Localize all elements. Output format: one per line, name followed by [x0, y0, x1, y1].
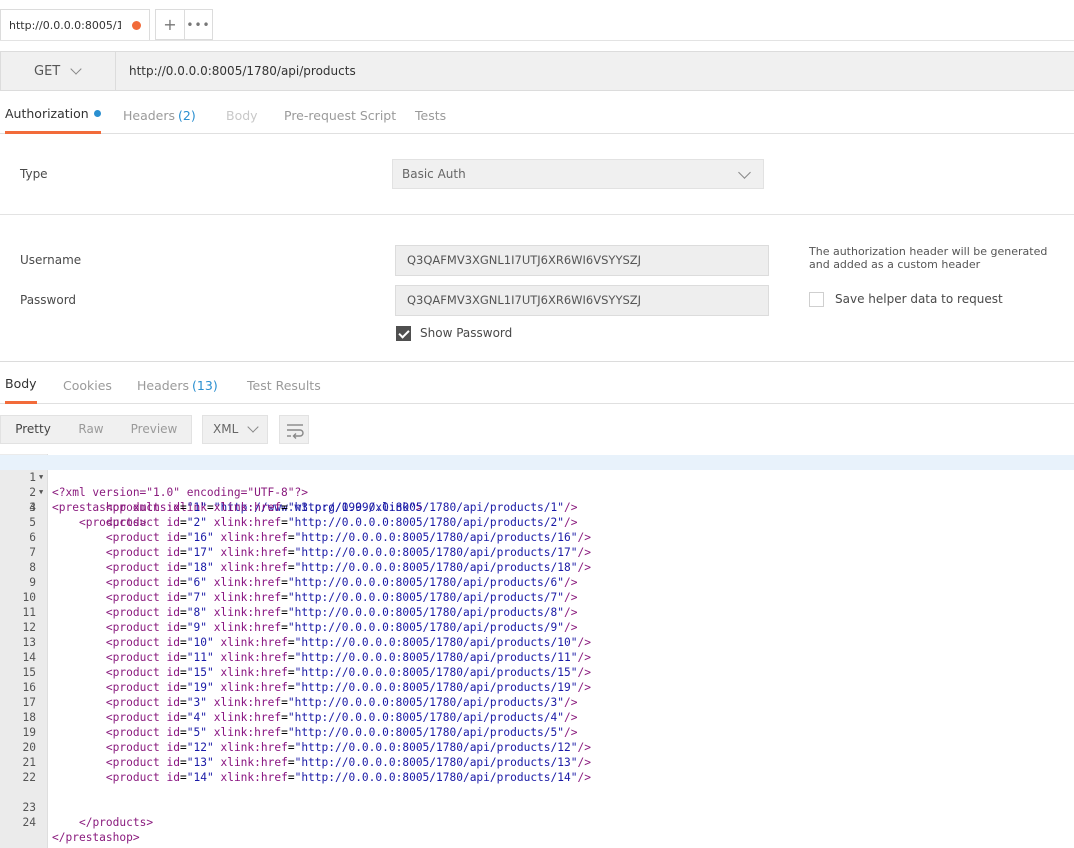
tab-count: (2)	[178, 108, 196, 123]
tab-strip: http://0.0.0.0:8005/1780 + •••	[0, 0, 1074, 41]
tab-cookies[interactable]: Cookies	[63, 361, 112, 404]
code-line: 11 <product id="8" xlink:href="http://0.…	[22, 606, 578, 619]
format-value: XML	[213, 422, 239, 436]
tab-label: Tests	[415, 108, 447, 123]
chevron-down-icon	[247, 421, 259, 433]
code-line: 14 <product id="11" xlink:href="http://0…	[22, 651, 591, 664]
unsaved-dot-icon	[132, 21, 141, 30]
active-dot-icon	[93, 110, 101, 117]
url-input[interactable]: http://0.0.0.0:8005/1780/api/products	[129, 52, 356, 90]
code-line: 5 <product id="2" xlink:href="http://0.0…	[29, 516, 578, 529]
raw-button[interactable]: Raw	[65, 416, 117, 443]
code-line: 1 <?xml version="1.0" encoding="UTF-8"?>	[0, 455, 1074, 499]
request-url-bar: GET http://0.0.0.0:8005/1780/api/product…	[0, 51, 1074, 91]
tab-label: Headers	[137, 378, 190, 393]
tab-response-headers[interactable]: Headers (13)	[137, 361, 218, 404]
close-root-ln: 24	[22, 816, 36, 829]
section-divider	[0, 214, 1074, 215]
tab-headers[interactable]: Headers (2)	[123, 91, 196, 134]
pretty-button[interactable]: Pretty	[1, 416, 65, 443]
code-line: 12 <product id="9" xlink:href="http://0.…	[22, 621, 578, 634]
auth-type-select[interactable]: Basic Auth	[392, 159, 764, 189]
tab-label: Cookies	[63, 378, 112, 393]
format-select[interactable]: XML	[202, 415, 268, 444]
code-line: 2 ▼ <prestashop xmlns:xlink="http://www.w…	[0, 470, 1074, 514]
code-line: 7 <product id="17" xlink:href="http://0.…	[29, 546, 591, 559]
show-password-label: Show Password	[420, 326, 513, 340]
tab-test-results[interactable]: Test Results	[247, 361, 321, 404]
wrap-lines-icon	[287, 424, 304, 439]
helper-note: The authorization header will be generat…	[809, 245, 1048, 271]
code-line: 4 <product id="1" xlink:href="http://0.0…	[29, 501, 578, 514]
tab-label: Body	[5, 376, 37, 391]
code-line: 3 ▼ <products>	[0, 485, 1074, 529]
code-line: 19 <product id="5" xlink:href="http://0.…	[22, 726, 578, 739]
chevron-down-icon	[738, 166, 751, 179]
request-tab[interactable]: http://0.0.0.0:8005/1780	[0, 9, 150, 40]
tab-label: Headers	[123, 108, 176, 123]
tab-authorization[interactable]: Authorization	[5, 91, 101, 134]
code-line: 10 <product id="7" xlink:href="http://0.…	[22, 591, 578, 604]
tab-count: (13)	[192, 378, 218, 393]
code-line: 20 <product id="12" xlink:href="http://0…	[22, 741, 591, 754]
new-tab-button[interactable]: +	[155, 9, 185, 40]
code-line: 13 <product id="10" xlink:href="http://0…	[22, 636, 591, 649]
code-line: 18 <product id="4" xlink:href="http://0.…	[22, 711, 578, 724]
method-value: GET	[34, 63, 61, 79]
code-line: 16 <product id="19" xlink:href="http://0…	[22, 681, 591, 694]
code-lines: 1 <?xml version="1.0" encoding="UTF-8"?>…	[0, 455, 1074, 844]
password-field[interactable]: Q3QAFMV3XGNL1I7UTJ6XR6WI6VSYYSZJ	[395, 285, 769, 316]
request-tab-title: http://0.0.0.0:8005/1780	[9, 18, 121, 32]
code-line: 22 <product id="14" xlink:href="http://0…	[22, 771, 591, 784]
request-tabs: Authorization Headers (2) Body Pre-reques…	[0, 91, 1074, 134]
code-line: 9 <product id="6" xlink:href="http://0.0…	[29, 576, 578, 589]
type-label: Type	[20, 167, 48, 181]
code-line: 24 </prestashop>	[0, 800, 1074, 844]
tab-response-body[interactable]: Body	[5, 361, 37, 404]
tab-label: Authorization	[5, 106, 89, 121]
more-tabs-button[interactable]: •••	[184, 9, 213, 40]
tab-label: Body	[226, 108, 258, 123]
code-line: 6 <product id="16" xlink:href="http://0.…	[29, 531, 591, 544]
tab-tests[interactable]: Tests	[415, 91, 446, 134]
view-mode-group: Pretty Raw Preview	[0, 415, 192, 444]
chevron-down-icon	[70, 63, 82, 75]
code-line: 21 <product id="13" xlink:href="http://0…	[22, 756, 591, 769]
response-editor[interactable]: 1 <?xml version="1.0" encoding="UTF-8"?>…	[0, 454, 1074, 848]
code-line: 23 </products>	[0, 785, 1074, 829]
tab-pre-request-script[interactable]: Pre-request Script	[284, 91, 396, 134]
fold-arrow-icon[interactable]: ▼	[39, 485, 43, 500]
tab-body[interactable]: Body	[226, 91, 258, 134]
code-line: 17 <product id="3" xlink:href="http://0.…	[22, 696, 578, 709]
auth-type-value: Basic Auth	[402, 167, 466, 181]
password-label: Password	[20, 293, 77, 307]
preview-button[interactable]: Preview	[117, 416, 191, 443]
username-field[interactable]: Q3QAFMV3XGNL1I7UTJ6XR6WI6VSYYSZJ	[395, 245, 769, 276]
code-line: 15 <product id="15" xlink:href="http://0…	[22, 666, 591, 679]
response-tabs: Body Cookies Headers (13) Test Results	[0, 361, 1074, 404]
code-line: 8 <product id="18" xlink:href="http://0.…	[29, 561, 591, 574]
save-helper-checkbox[interactable]	[809, 292, 824, 307]
tab-label: Test Results	[247, 378, 321, 393]
show-password-checkbox[interactable]	[396, 326, 411, 341]
tab-label: Pre-request Script	[284, 108, 397, 123]
fold-arrow-icon[interactable]: ▼	[39, 470, 43, 485]
method-select[interactable]: GET	[1, 52, 116, 90]
wrap-lines-button[interactable]	[279, 415, 309, 444]
username-label: Username	[20, 253, 82, 267]
save-helper-label: Save helper data to request	[835, 292, 1003, 306]
